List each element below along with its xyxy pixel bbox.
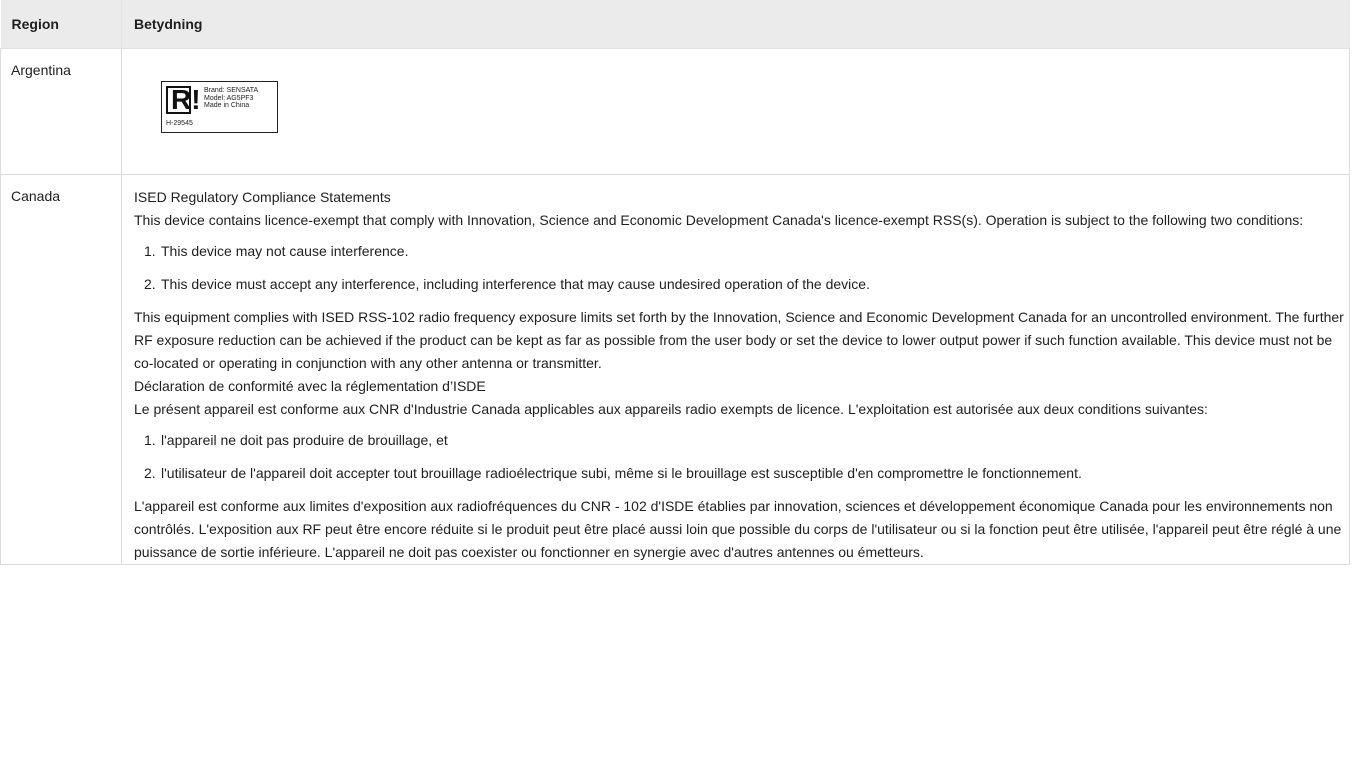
heading-fr: Déclaration de conformité avec la réglem… bbox=[134, 378, 486, 394]
meaning-cell: ISED Regulatory Compliance Statements Th… bbox=[121, 174, 1350, 565]
label-code: H-29545 bbox=[166, 120, 193, 127]
table-header-row: Region Betydning bbox=[0, 0, 1350, 49]
column-header-region: Region bbox=[0, 0, 122, 49]
region-cell: Argentina bbox=[0, 48, 122, 175]
page: Region Betydning Argentina R! Brand: SEN… bbox=[0, 0, 1370, 763]
paragraph-en: This device contains licence-exempt that… bbox=[134, 212, 1304, 228]
column-header-meaning: Betydning bbox=[121, 0, 1350, 49]
conditions-list-en: 1. This device may not cause interference… bbox=[134, 240, 1349, 296]
list-item: 1. This device may not cause interference… bbox=[144, 243, 409, 259]
list-item: 2. This device must accept any interferen… bbox=[144, 276, 870, 292]
argentina-approval-label: R! Brand: SENSATA Model: AG5PF3 Made in … bbox=[161, 81, 278, 133]
heading-en: ISED Regulatory Compliance Statements bbox=[134, 189, 391, 205]
rf-exposure-fr: L'appareil est conforme aux limites d'ex… bbox=[134, 498, 1342, 560]
label-info: Brand: SENSATA Model: AG5PF3 Made in Chi… bbox=[204, 87, 259, 109]
list-item: 2. l'utilisateur de l'appareil doit accep… bbox=[144, 465, 1082, 481]
meaning-cell: R! Brand: SENSATA Model: AG5PF3 Made in … bbox=[121, 48, 1350, 175]
table-row-argentina: Argentina R! Brand: SENSATA Model: AG5PF… bbox=[0, 48, 1350, 175]
approval-mark-icon: R! bbox=[166, 85, 201, 115]
region-cell: Canada bbox=[0, 174, 122, 565]
rf-exposure-en: This equipment complies with ISED RSS-10… bbox=[134, 309, 1344, 371]
list-item: 1. l'appareil ne doit pas produire de bro… bbox=[144, 432, 448, 448]
regulatory-table: Region Betydning Argentina R! Brand: SEN… bbox=[0, 0, 1350, 565]
paragraph-fr: Le présent appareil est conforme aux CNR… bbox=[134, 401, 1208, 417]
table-row-canada: Canada ISED Regulatory Compliance Statem… bbox=[0, 174, 1350, 565]
conditions-list-fr: 1. l'appareil ne doit pas produire de bro… bbox=[134, 429, 1349, 485]
